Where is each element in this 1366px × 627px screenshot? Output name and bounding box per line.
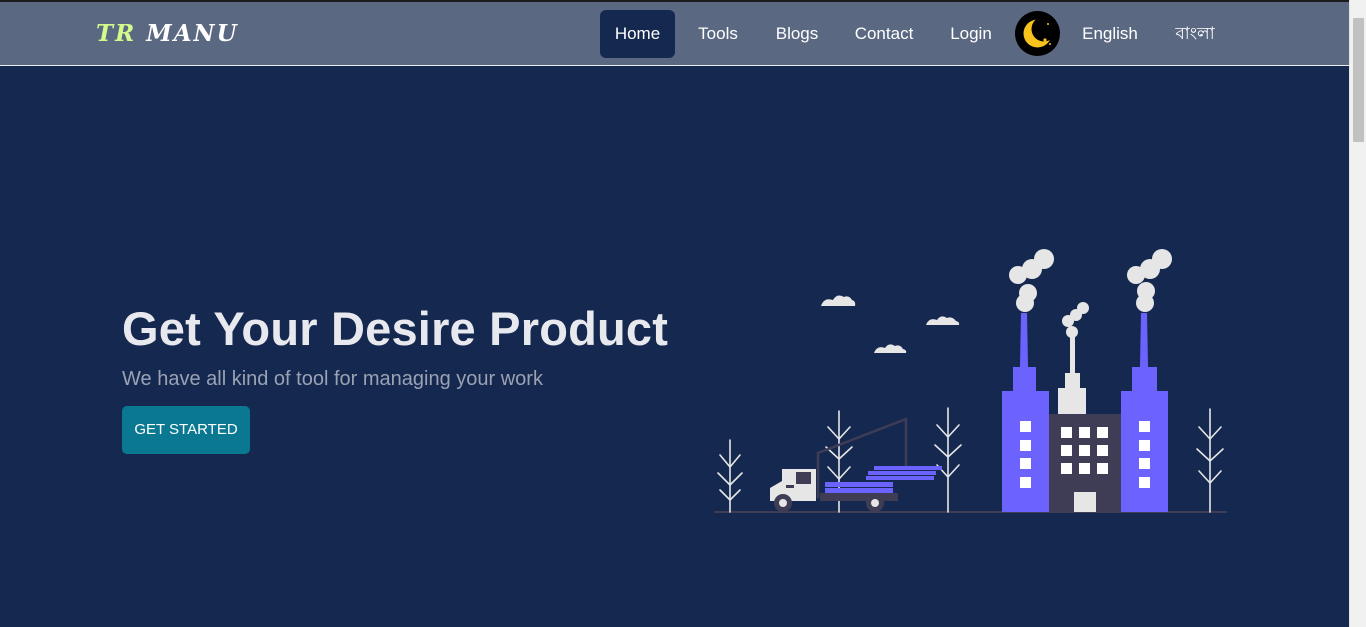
navbar: TR MANU Home Tools Blogs Contact Login E… (0, 2, 1349, 66)
moon-icon (1023, 16, 1057, 48)
hero-title: Get Your Desire Product (122, 302, 669, 355)
language-bangla[interactable]: বাংলা (1165, 10, 1225, 58)
scrollbar-thumb[interactable] (1353, 18, 1364, 142)
window-top-border (0, 0, 1366, 2)
vertical-scrollbar[interactable] (1349, 0, 1366, 627)
brand-logo[interactable]: TR MANU (96, 20, 239, 47)
nav-contact[interactable]: Contact (848, 10, 920, 58)
hero-subtitle: We have all kind of tool for managing yo… (122, 368, 543, 390)
browser-viewport: TR MANU Home Tools Blogs Contact Login E… (0, 0, 1366, 627)
factory-illustration (714, 249, 1227, 513)
get-started-button[interactable]: GET STARTED (122, 406, 250, 454)
nav-blogs[interactable]: Blogs (766, 10, 828, 58)
nav-tools[interactable]: Tools (689, 10, 747, 58)
theme-toggle-button[interactable] (1015, 11, 1060, 56)
brand-logo-part2: MANU (146, 20, 239, 47)
nav-home[interactable]: Home (600, 10, 675, 58)
language-english[interactable]: English (1075, 10, 1145, 58)
page: TR MANU Home Tools Blogs Contact Login E… (0, 0, 1349, 627)
nav-login[interactable]: Login (942, 10, 1000, 58)
brand-logo-part1: TR (96, 20, 137, 47)
